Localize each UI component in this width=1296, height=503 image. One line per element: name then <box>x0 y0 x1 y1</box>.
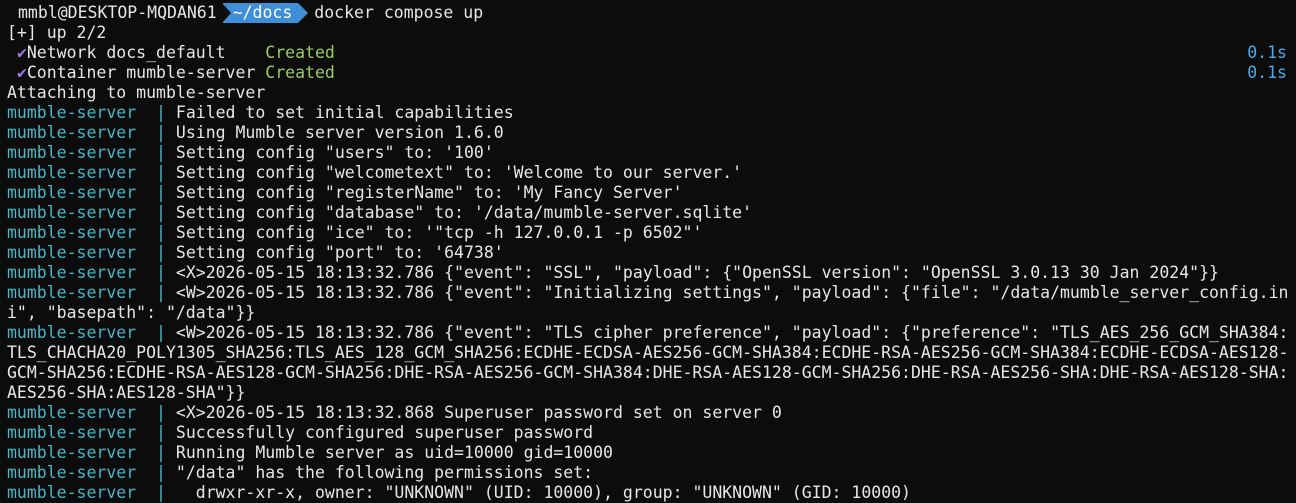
service-prefix: mumble-server | <box>7 263 176 282</box>
log-message: drwxr-xr-x, owner: "UNKNOWN" (UID: 10000… <box>175 483 911 502</box>
log-line: mumble-server | Setting config "users" t… <box>7 143 1296 163</box>
service-prefix: mumble-server | <box>7 423 176 442</box>
resource-status: Created <box>265 43 335 62</box>
resource-network-row: ✔Network docs_default Created 0.1s <box>7 43 1296 63</box>
service-prefix: mumble-server | <box>7 103 176 122</box>
terminal-window[interactable]: mmbl@DESKTOP-MQDAN61 ~/docs docker compose… <box>0 0 1296 503</box>
service-prefix: mumble-server | <box>7 323 176 342</box>
prompt-path-segment: ~/docs <box>221 3 308 23</box>
log-message: Setting config "users" to: '100' <box>175 143 494 162</box>
service-prefix: mumble-server | <box>7 163 176 182</box>
prompt-user-host: mmbl@DESKTOP-MQDAN61 <box>18 3 217 22</box>
log-message: <X>2026-05-15 18:13:32.786 {"event": "SS… <box>175 263 1219 282</box>
log-line: mumble-server | <X>2026-05-15 18:13:32.7… <box>7 263 1296 283</box>
log-line: mumble-server | "/data" has the followin… <box>7 463 1296 483</box>
service-prefix: mumble-server | <box>7 243 176 262</box>
log-message: <X>2026-05-15 18:13:32.868 Superuser pas… <box>175 403 782 422</box>
service-prefix: mumble-server | <box>7 463 176 482</box>
log-message: <W>2026-05-15 18:13:32.786 {"event": "In… <box>7 283 1289 322</box>
prompt-line: mmbl@DESKTOP-MQDAN61 ~/docs docker compose… <box>7 3 1296 23</box>
log-line: mumble-server | <W>2026-05-15 18:13:32.7… <box>7 323 1296 403</box>
service-prefix: mumble-server | <box>7 143 176 162</box>
log-message: Setting config "registerName" to: 'My Fa… <box>175 183 683 202</box>
service-prefix: mumble-server | <box>7 483 176 502</box>
service-prefix: mumble-server | <box>7 283 176 302</box>
log-line: mumble-server | Setting config "port" to… <box>7 243 1296 263</box>
resource-status: Created <box>265 63 335 82</box>
resource-time: 0.1s <box>1247 43 1287 62</box>
log-message: Successfully configured superuser passwo… <box>175 423 594 442</box>
service-prefix: mumble-server | <box>7 223 176 242</box>
log-line: mumble-server | Running Mumble server as… <box>7 443 1296 463</box>
log-line: mumble-server | Successfully configured … <box>7 423 1296 443</box>
resource-label: Network docs_default <box>26 43 256 62</box>
log-message: Setting config "port" to: '64738' <box>175 243 504 262</box>
checkmark-icon: ✔ <box>16 63 27 82</box>
checkmark-icon: ✔ <box>16 43 27 62</box>
log-message: "/data" has the following permissions se… <box>175 463 594 482</box>
log-line: mumble-server | Setting config "welcomet… <box>7 163 1296 183</box>
log-message: Setting config "database" to: '/data/mum… <box>175 203 753 222</box>
log-line: mumble-server | Setting config "register… <box>7 183 1296 203</box>
log-message: Setting config "welcometext" to: 'Welcom… <box>175 163 743 182</box>
log-line: mumble-server | <X>2026-05-15 18:13:32.8… <box>7 403 1296 423</box>
progress-header: [+] up 2/2 <box>7 23 107 42</box>
attaching-line: Attaching to mumble-server <box>7 83 266 102</box>
service-prefix: mumble-server | <box>7 443 176 462</box>
log-line: mumble-server | drwxr-xr-x, owner: "UNKN… <box>7 483 1296 503</box>
service-prefix: mumble-server | <box>7 183 176 202</box>
service-prefix: mumble-server | <box>7 403 176 422</box>
log-message: Failed to set initial capabilities <box>175 103 514 122</box>
log-message: Running Mumble server as uid=10000 gid=1… <box>175 443 613 462</box>
prompt-command: docker compose up <box>314 3 484 22</box>
log-line: mumble-server | Failed to set initial ca… <box>7 103 1296 123</box>
log-line: mumble-server | <W>2026-05-15 18:13:32.7… <box>7 283 1296 323</box>
log-message: <W>2026-05-15 18:13:32.786 {"event": "TL… <box>7 323 1289 402</box>
resource-time: 0.1s <box>1247 63 1287 82</box>
log-line: mumble-server | Using Mumble server vers… <box>7 123 1296 143</box>
log-line: mumble-server | Setting config "ice" to:… <box>7 223 1296 243</box>
resource-container-row: ✔Container mumble-server Created 0.1s <box>7 63 1296 83</box>
service-prefix: mumble-server | <box>7 123 176 142</box>
log-output: mumble-server | Failed to set initial ca… <box>7 103 1296 503</box>
resource-label: Container mumble-server <box>26 63 256 82</box>
log-message: Setting config "ice" to: '"tcp -h 127.0.… <box>175 223 703 242</box>
service-prefix: mumble-server | <box>7 203 176 222</box>
log-line: mumble-server | Setting config "database… <box>7 203 1296 223</box>
log-message: Using Mumble server version 1.6.0 <box>175 123 504 142</box>
